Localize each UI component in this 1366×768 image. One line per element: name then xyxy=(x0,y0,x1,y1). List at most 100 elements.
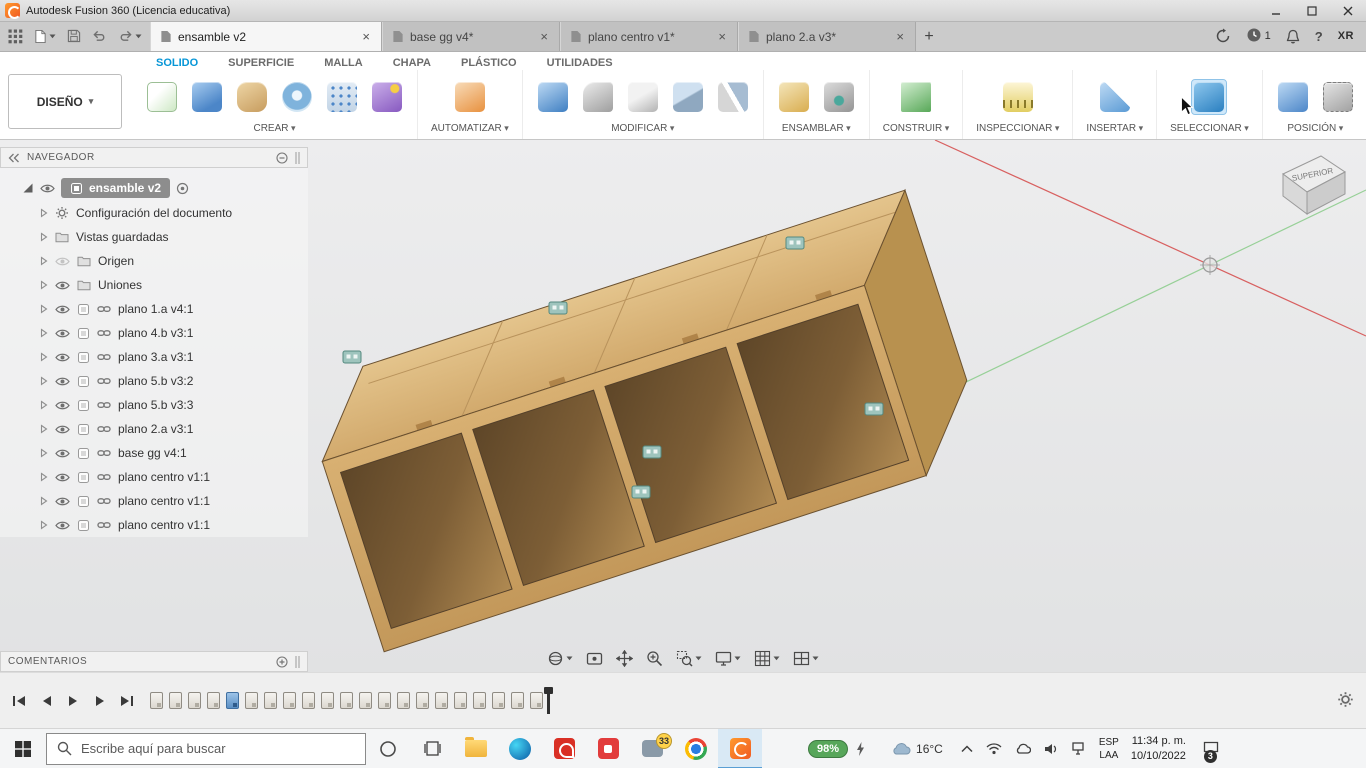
play-button[interactable] xyxy=(64,692,82,710)
timeline-feature-3[interactable] xyxy=(188,692,201,709)
file-menu-icon[interactable] xyxy=(34,29,56,44)
timeline-feature-8[interactable] xyxy=(283,692,296,709)
origin-marker[interactable] xyxy=(1200,255,1220,275)
timeline-feature-5[interactable] xyxy=(226,692,239,709)
group-dropdown-posici-n[interactable]: POSICIÓN xyxy=(1287,120,1343,136)
action-center-button[interactable]: 3 xyxy=(1198,729,1224,768)
tree-item-configuraci-n-del-documento[interactable]: Configuración del documento xyxy=(4,201,308,225)
look-at-icon[interactable] xyxy=(584,648,605,669)
fusion-360-taskbar-icon[interactable] xyxy=(718,728,762,768)
timeline-feature-16[interactable] xyxy=(435,692,448,709)
group-dropdown-inspeccionar[interactable]: INSPECCIONAR xyxy=(976,120,1059,136)
messages-app-icon[interactable]: 33 xyxy=(630,729,674,768)
visibility-eye-icon[interactable] xyxy=(55,424,70,435)
joint-badge[interactable] xyxy=(642,445,662,459)
collapsed-arrow-icon[interactable] xyxy=(40,208,48,218)
tree-item-plano-1-a-v4-1[interactable]: plano 1.a v4:1 xyxy=(4,297,308,321)
taskbar-clock[interactable]: 11:34 p. m. 10/10/2022 xyxy=(1131,734,1186,763)
visibility-eye-icon[interactable] xyxy=(55,352,70,363)
app-grid-menu-icon[interactable] xyxy=(8,29,23,44)
insert-icon[interactable] xyxy=(1098,80,1132,114)
help-icon[interactable]: ? xyxy=(1315,29,1323,44)
cylinder-primitive-icon[interactable] xyxy=(235,80,269,114)
collapsed-arrow-icon[interactable] xyxy=(40,352,48,362)
group-dropdown-construir[interactable]: CONSTRUIR xyxy=(883,120,949,136)
joint-icon[interactable] xyxy=(822,80,856,114)
tree-item-plano-5-b-v3-3[interactable]: plano 5.b v3:3 xyxy=(4,393,308,417)
tree-item-origen[interactable]: Origen xyxy=(4,249,308,273)
combine-icon[interactable] xyxy=(671,80,705,114)
visibility-eye-icon[interactable] xyxy=(55,472,70,483)
document-tab-plano-2-a-v3[interactable]: plano 2.a v3* × xyxy=(738,22,916,51)
minimize-panel-icon[interactable] xyxy=(276,151,288,164)
collapsed-arrow-icon[interactable] xyxy=(40,256,48,266)
timeline-feature-10[interactable] xyxy=(321,692,334,709)
group-dropdown-insertar[interactable]: INSERTAR xyxy=(1086,120,1143,136)
timeline-feature-11[interactable] xyxy=(340,692,353,709)
cortana-button[interactable] xyxy=(366,729,410,768)
dropdown-caret-icon[interactable] xyxy=(566,656,573,661)
close-button[interactable] xyxy=(1330,0,1366,22)
group-dropdown-modificar[interactable]: MODIFICAR xyxy=(611,120,674,136)
joint-badge[interactable] xyxy=(864,402,884,416)
ribbon-tab-malla[interactable]: MALLA xyxy=(324,57,363,69)
timeline-feature-9[interactable] xyxy=(302,692,315,709)
go-to-end-button[interactable] xyxy=(118,692,136,710)
tree-item-plano-5-b-v3-2[interactable]: plano 5.b v3:2 xyxy=(4,369,308,393)
collapse-panel-icon[interactable] xyxy=(8,153,20,163)
document-tab-plano-centro-v1[interactable]: plano centro v1* × xyxy=(560,22,738,51)
tree-item-plano-centro-v1-1[interactable]: plano centro v1:1 xyxy=(4,489,308,513)
tab-close-icon[interactable]: × xyxy=(716,29,728,44)
go-to-start-button[interactable] xyxy=(10,692,28,710)
panel-grip-icon[interactable] xyxy=(295,151,300,164)
weather-widget[interactable]: 16°C xyxy=(891,742,943,756)
chrome-browser-icon[interactable] xyxy=(674,729,718,768)
tab-close-icon[interactable]: × xyxy=(894,29,906,44)
tab-close-icon[interactable]: × xyxy=(360,29,372,44)
split-body-icon[interactable] xyxy=(716,80,750,114)
document-tab-base-gg-v4[interactable]: base gg v4* × xyxy=(382,22,560,51)
tree-root-ensamble-v2[interactable]: ensamble v2 xyxy=(4,175,308,201)
collapsed-arrow-icon[interactable] xyxy=(40,472,48,482)
visibility-eye-icon[interactable] xyxy=(40,183,55,194)
tab-close-icon[interactable]: × xyxy=(538,29,550,44)
zoom-icon[interactable] xyxy=(644,648,665,669)
expanded-arrow-icon[interactable] xyxy=(22,182,34,194)
collapsed-arrow-icon[interactable] xyxy=(40,448,48,458)
tree-item-plano-centro-v1-1[interactable]: plano centro v1:1 xyxy=(4,465,308,489)
group-dropdown-ensamblar[interactable]: ENSAMBLAR xyxy=(782,120,851,136)
tree-item-plano-2-a-v3-1[interactable]: plano 2.a v3:1 xyxy=(4,417,308,441)
group-dropdown-seleccionar[interactable]: SELECCIONAR xyxy=(1170,120,1249,136)
volume-icon[interactable] xyxy=(1044,743,1058,755)
timeline-feature-20[interactable] xyxy=(511,692,524,709)
timeline-feature-1[interactable] xyxy=(150,692,163,709)
visibility-eye-icon[interactable] xyxy=(55,304,70,315)
capture-position-icon[interactable] xyxy=(1276,80,1310,114)
box-primitive-icon[interactable] xyxy=(190,80,224,114)
step-back-button[interactable] xyxy=(37,692,55,710)
tree-item-vistas-guardadas[interactable]: Vistas guardadas xyxy=(4,225,308,249)
group-dropdown-crear[interactable]: CREAR xyxy=(253,120,295,136)
collapsed-arrow-icon[interactable] xyxy=(40,424,48,434)
tree-item-plano-4-b-v3-1[interactable]: plano 4.b v3:1 xyxy=(4,321,308,345)
ribbon-tab-chapa[interactable]: CHAPA xyxy=(393,57,431,69)
visibility-eye-icon[interactable] xyxy=(55,280,70,291)
timeline-feature-14[interactable] xyxy=(397,692,410,709)
minimize-button[interactable] xyxy=(1258,0,1294,22)
fillet-icon[interactable] xyxy=(581,80,615,114)
tree-item-plano-centro-v1-1[interactable]: plano centro v1:1 xyxy=(4,513,308,537)
job-status-icon[interactable]: 1 xyxy=(1246,27,1271,46)
joint-badge[interactable] xyxy=(785,236,805,250)
viewports-icon[interactable] xyxy=(791,648,821,669)
ribbon-tab-utilidades[interactable]: UTILIDADES xyxy=(547,57,613,69)
edge-browser-icon[interactable] xyxy=(498,729,542,768)
navigator-header[interactable]: NAVEGADOR xyxy=(0,147,308,168)
revert-position-icon[interactable] xyxy=(1321,80,1355,114)
timeline-feature-19[interactable] xyxy=(492,692,505,709)
viewport[interactable]: SUPERIOR NAVEGADOR ensamble v2 Configura… xyxy=(0,140,1366,672)
ribbon-tab-pl-stico[interactable]: PLÁSTICO xyxy=(461,57,517,69)
joint-badge[interactable] xyxy=(631,485,651,499)
input-language-indicator[interactable]: ESP LAA xyxy=(1099,736,1119,762)
collapsed-arrow-icon[interactable] xyxy=(40,376,48,386)
dropdown-caret-icon[interactable] xyxy=(812,656,819,661)
